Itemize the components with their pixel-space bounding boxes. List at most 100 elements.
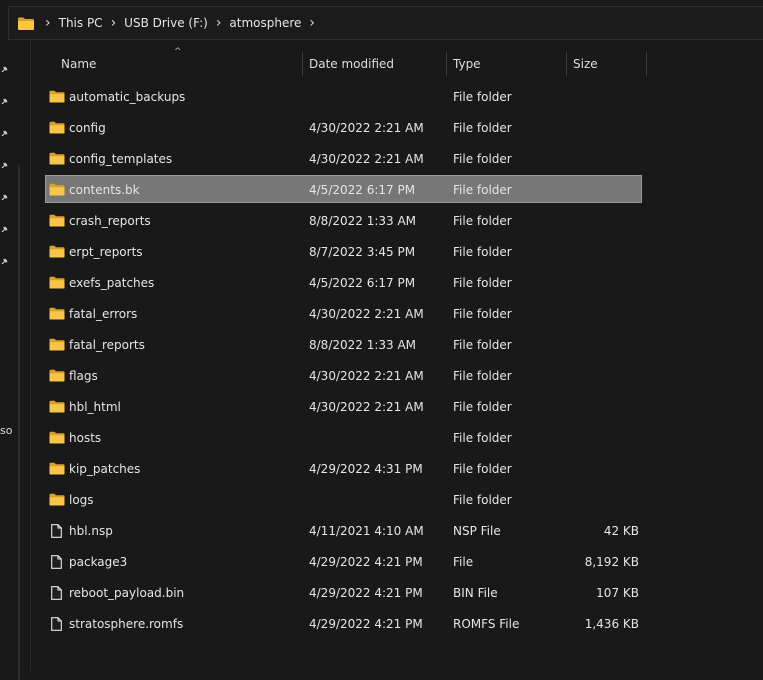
chevron-right-icon[interactable]: › [107, 16, 121, 30]
file-row[interactable]: config 4/30/2022 2:21 AM File folder [0, 112, 763, 143]
file-size [560, 422, 639, 453]
breadcrumb-this-pc[interactable]: This PC [55, 16, 107, 30]
folder-icon [48, 298, 65, 329]
file-row[interactable]: automatic_backups File folder [0, 81, 763, 112]
file-name[interactable]: reboot_payload.bin [69, 577, 184, 608]
folder-icon [48, 267, 65, 298]
file-name[interactable]: fatal_errors [69, 298, 137, 329]
folder-icon [48, 143, 65, 174]
file-row[interactable]: fatal_errors 4/30/2022 2:21 AM File folder [0, 298, 763, 329]
file-size: 1,436 KB [584, 616, 639, 631]
file-size [560, 329, 639, 360]
file-type: File folder [453, 430, 512, 445]
file-type: File folder [453, 306, 512, 321]
file-row[interactable]: hbl.nsp 4/11/2021 4:10 AM NSP File 42 KB [0, 515, 763, 546]
file-row[interactable]: reboot_payload.bin 4/29/2022 4:21 PM BIN F… [0, 577, 763, 608]
chevron-right-icon[interactable]: › [212, 16, 226, 30]
file-name[interactable]: config [69, 112, 106, 143]
file-row[interactable]: erpt_reports 8/7/2022 3:45 PM File folder [0, 236, 763, 267]
sort-ascending-icon: ^ [174, 47, 182, 57]
file-date-modified: 4/5/2022 6:17 PM [309, 182, 416, 197]
folder-icon [48, 391, 65, 422]
file-date-modified: 4/30/2022 2:21 AM [309, 368, 424, 383]
file-row[interactable]: config_templates 4/30/2022 2:21 AM File fo… [0, 143, 763, 174]
file-row[interactable]: kip_patches 4/29/2022 4:31 PM File folder [0, 453, 763, 484]
file-row[interactable]: flags 4/30/2022 2:21 AM File folder [0, 360, 763, 391]
file-size [560, 174, 639, 205]
file-date-modified: 8/8/2022 1:33 AM [309, 337, 417, 352]
file-type: File folder [453, 151, 512, 166]
column-resize-handle[interactable] [566, 52, 567, 76]
file-list: automatic_backups File folder config 4/30/2… [0, 81, 763, 639]
file-name[interactable]: stratosphere.romfs [69, 608, 183, 639]
file-name[interactable]: hbl.nsp [69, 515, 113, 546]
file-name[interactable]: package3 [69, 546, 127, 577]
file-type: NSP File [453, 523, 501, 538]
file-type: File folder [453, 461, 512, 476]
file-row[interactable]: logs File folder [0, 484, 763, 515]
file-date-modified: 4/5/2022 6:17 PM [309, 275, 416, 290]
file-type: File folder [453, 244, 512, 259]
file-name[interactable]: exefs_patches [69, 267, 154, 298]
file-type: File folder [453, 213, 512, 228]
column-resize-handle[interactable] [302, 52, 303, 76]
folder-icon [48, 81, 65, 112]
file-row[interactable]: crash_reports 8/8/2022 1:33 AM File folder [0, 205, 763, 236]
column-header-size[interactable]: Size [573, 50, 598, 78]
file-name[interactable]: crash_reports [69, 205, 151, 236]
file-date-modified: 4/30/2022 2:21 AM [309, 120, 424, 135]
folder-icon [48, 205, 65, 236]
file-row[interactable]: stratosphere.romfs 4/29/2022 4:21 PM ROMFS… [0, 608, 763, 639]
pin-icon [1, 66, 8, 73]
file-type: File [453, 554, 474, 569]
column-resize-handle[interactable] [646, 52, 647, 76]
file-size [560, 453, 639, 484]
file-row[interactable]: exefs_patches 4/5/2022 6:17 PM File folder [0, 267, 763, 298]
file-name[interactable]: hbl_html [69, 391, 121, 422]
file-name[interactable]: flags [69, 360, 98, 391]
file-date-modified: 4/30/2022 2:21 AM [309, 399, 424, 414]
file-size [560, 298, 639, 329]
folder-icon [48, 174, 65, 205]
file-type: BIN File [453, 585, 498, 600]
chevron-right-icon[interactable]: › [41, 16, 55, 30]
file-date-modified: 4/11/2021 4:10 AM [309, 523, 424, 538]
file-date-modified: 4/30/2022 2:21 AM [309, 151, 424, 166]
file-type: File folder [453, 368, 512, 383]
column-resize-handle[interactable] [446, 52, 447, 76]
file-name[interactable]: kip_patches [69, 453, 140, 484]
file-type: ROMFS File [453, 616, 520, 631]
file-name[interactable]: config_templates [69, 143, 172, 174]
file-size: 8,192 KB [584, 554, 639, 569]
address-bar[interactable]: › This PC › USB Drive (F:) › atmosphere … [8, 6, 763, 40]
file-row[interactable]: package3 4/29/2022 4:21 PM File 8,192 KB [0, 546, 763, 577]
file-size [560, 143, 639, 174]
file-name[interactable]: erpt_reports [69, 236, 143, 267]
file-name[interactable]: fatal_reports [69, 329, 145, 360]
file-name[interactable]: hosts [69, 422, 101, 453]
breadcrumb-usb-drive[interactable]: USB Drive (F:) [120, 16, 212, 30]
file-name[interactable]: contents.bk [69, 174, 140, 205]
file-name[interactable]: automatic_backups [69, 81, 185, 112]
breadcrumb-atmosphere[interactable]: atmosphere [225, 16, 305, 30]
file-row[interactable]: hosts File folder [0, 422, 763, 453]
folder-icon [48, 422, 65, 453]
file-type: File folder [453, 275, 512, 290]
folder-icon [48, 453, 65, 484]
file-date-modified: 4/29/2022 4:21 PM [309, 585, 423, 600]
file-name[interactable]: logs [69, 484, 94, 515]
column-header-type[interactable]: Type [453, 50, 481, 78]
column-header-date-modified[interactable]: Date modified [309, 50, 394, 78]
location-folder-icon [17, 7, 41, 39]
file-date-modified: 4/29/2022 4:31 PM [309, 461, 423, 476]
file-type: File folder [453, 182, 512, 197]
file-row[interactable]: fatal_reports 8/8/2022 1:33 AM File folder [0, 329, 763, 360]
file-size [560, 112, 639, 143]
chevron-right-icon[interactable]: › [305, 16, 319, 30]
file-row[interactable]: hbl_html 4/30/2022 2:21 AM File folder [0, 391, 763, 422]
column-header-name[interactable]: Name [61, 50, 96, 78]
folder-icon [48, 112, 65, 143]
file-row[interactable]: contents.bk 4/5/2022 6:17 PM File folder [0, 174, 763, 205]
file-size: 42 KB [603, 523, 639, 538]
file-type: File folder [453, 120, 512, 135]
